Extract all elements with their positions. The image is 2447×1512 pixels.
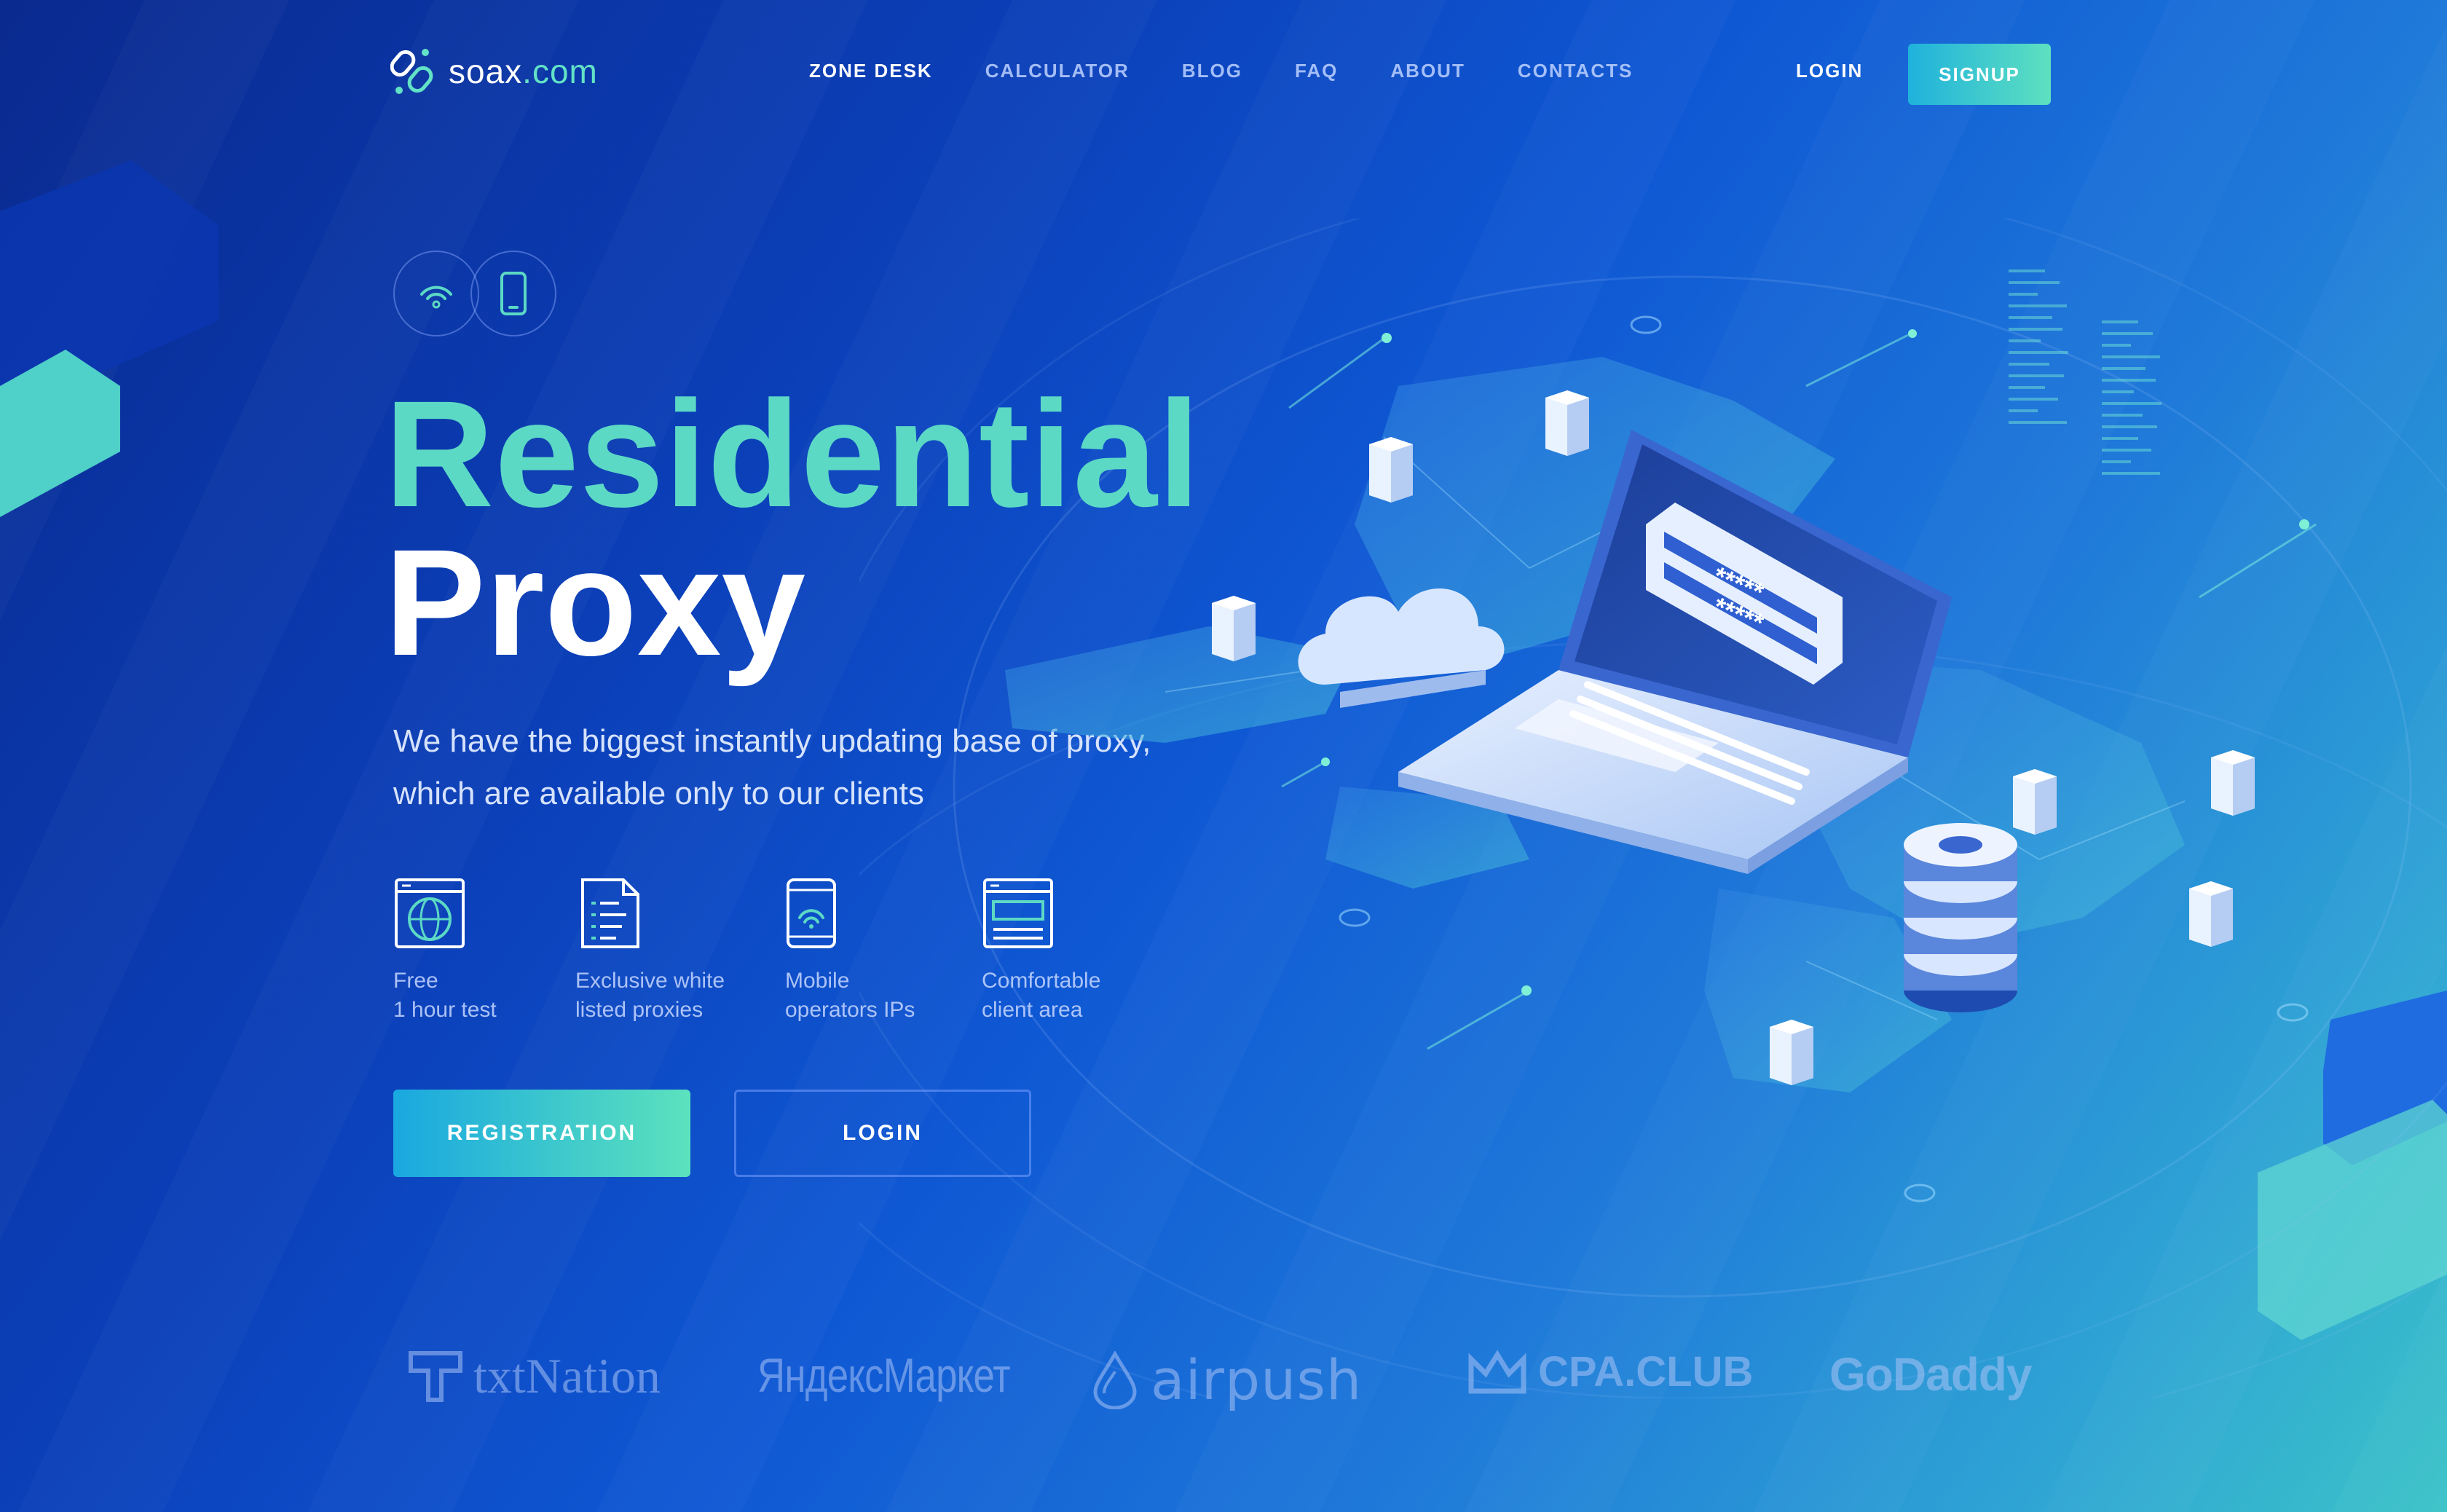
nav-zone-desk[interactable]: ZONE DESK (809, 60, 933, 82)
phone-badge (470, 251, 556, 336)
database-icon (1904, 823, 2017, 1012)
feature-label: Free 1 hour test (393, 969, 497, 1022)
mobile-signal-icon (787, 878, 836, 948)
brand-name: soax.com (449, 52, 598, 90)
partner-name: airpush (1151, 1347, 1363, 1412)
crown-icon (1468, 1349, 1526, 1393)
document-list-icon (581, 878, 639, 948)
hero-illustration: ***** ***** (1005, 269, 2317, 1202)
wifi-icon (420, 286, 452, 309)
nav-faq[interactable]: FAQ (1295, 60, 1338, 82)
feature-label: Exclusive white listed proxies (575, 969, 725, 1022)
nav-calculator[interactable]: CALCULATOR (985, 60, 1130, 82)
hero-title-line2: Proxy (385, 519, 806, 688)
partner-yandex-market: ЯндексМаркет (757, 1347, 1073, 1403)
partner-name: ЯндексМаркет (757, 1348, 1011, 1402)
phone-icon (500, 272, 527, 315)
brand-logo[interactable]: soax.com (390, 45, 598, 98)
nav-about[interactable]: ABOUT (1390, 60, 1465, 82)
nav-contacts[interactable]: CONTACTS (1518, 60, 1634, 82)
decor-hexagons-left (0, 160, 218, 517)
chain-link-icon (390, 49, 433, 94)
partner-godaddy: GoDaddy (1829, 1347, 2032, 1401)
partner-name: txtNation (473, 1348, 661, 1403)
main-nav: ZONE DESK CALCULATOR BLOG FAQ ABOUT CONT… (809, 60, 1685, 82)
partner-txtnation: txtNation (408, 1347, 661, 1405)
registration-button[interactable]: REGISTRATION (393, 1090, 690, 1177)
header-login-link[interactable]: LOGIN (1796, 60, 1863, 82)
partner-name: GoDaddy (1829, 1348, 2032, 1401)
nav-blog[interactable]: BLOG (1182, 60, 1242, 82)
partner-cpa-club: CPA.CLUB (1467, 1347, 1753, 1396)
partner-logos: txtNation ЯндексМаркет airpush CPA.CLUB … (401, 1347, 2076, 1420)
globe-window-icon (395, 878, 465, 948)
partner-airpush: airpush (1089, 1347, 1362, 1412)
txtnation-logo-icon (409, 1350, 462, 1402)
code-panel-decor (2009, 269, 2162, 475)
signup-button[interactable]: SIGNUP (1908, 44, 2051, 105)
wifi-badge (393, 251, 479, 336)
feature-free-test: Free 1 hour test (393, 877, 575, 1025)
feature-white-listed: Exclusive white listed proxies (575, 877, 785, 1025)
airpush-drop-icon (1093, 1350, 1137, 1409)
partner-name: CPA.CLUB (1538, 1348, 1754, 1395)
